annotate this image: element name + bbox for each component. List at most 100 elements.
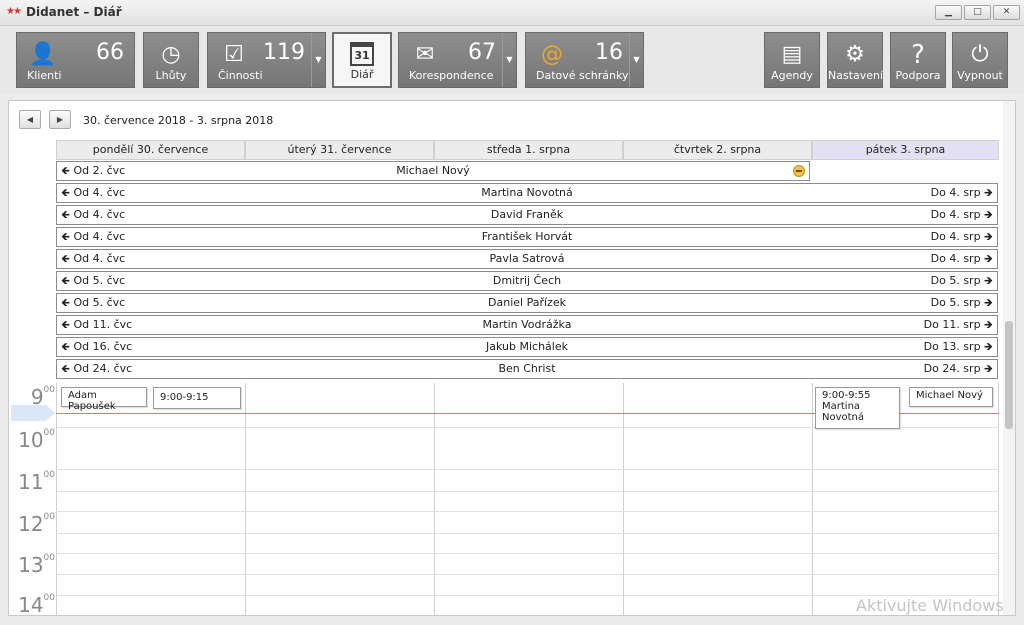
envelope-icon: ✉ <box>415 42 435 67</box>
event-title: Jakub Michálek <box>486 340 568 353</box>
main-toolbar: 👤 66 Klienti ◷ Lhůty ☑ 119 Činnosti ▼ 31… <box>0 27 1024 94</box>
cinnosti-button[interactable]: ☑ 119 Činnosti ▼ <box>207 32 326 88</box>
data-box-icon: @ <box>541 42 563 67</box>
windows-activation-watermark: Aktivujte Windows <box>856 596 1004 615</box>
calendar-icon: 31 <box>350 42 374 66</box>
event-end: Do 4. srp 🡺 <box>930 252 993 265</box>
deadline-clock-icon: ◷ <box>161 42 181 67</box>
event-title: Martin Vodrážka <box>482 318 572 331</box>
next-week-button[interactable]: ▶ <box>49 110 71 129</box>
event-title: Daniel Pařízek <box>488 296 566 309</box>
all-day-event[interactable]: 🡸 Od 2. čvc Michael Nový <box>56 161 810 181</box>
half-hour-line <box>56 574 999 575</box>
klienti-count: 66 <box>96 40 124 65</box>
appointment-card[interactable]: 9:00-9:55 Martina Novotná <box>815 387 900 429</box>
event-title: David Franěk <box>490 208 564 221</box>
event-end: Do 5. srp 🡺 <box>930 274 993 287</box>
window-title: Didanet – Diář <box>26 5 122 19</box>
datove-schranky-button[interactable]: @ 16 Datové schránky ▼ <box>525 32 644 88</box>
all-day-event[interactable]: 🡸 Od 11. čvc Martin Vodrážka Do 11. srp … <box>56 315 998 335</box>
appointment-time[interactable]: 9:00-9:15 <box>153 387 241 409</box>
event-end: Do 4. srp 🡺 <box>930 208 993 221</box>
column-divider <box>623 383 624 615</box>
calendar-panel: ◀ ▶ 30. července 2018 - 3. srpna 2018 po… <box>8 100 1016 617</box>
hour-line <box>56 469 999 470</box>
all-day-event[interactable]: 🡸 Od 4. čvc David Franěk Do 4. srp 🡺 <box>56 205 998 225</box>
korespondence-count: 67 <box>468 40 496 65</box>
chevron-down-icon[interactable]: ▼ <box>502 33 516 87</box>
day-header-monday[interactable]: pondělí 30. července <box>56 140 245 160</box>
hour-label: 1400 <box>18 593 55 617</box>
hour-label: 900 <box>30 385 55 409</box>
lhuty-button[interactable]: ◷ Lhůty <box>143 32 199 88</box>
remove-icon[interactable] <box>793 165 805 177</box>
column-divider <box>245 383 246 615</box>
diar-label: Diář <box>350 68 374 81</box>
all-day-event[interactable]: 🡸 Od 4. čvc Pavla Satrová Do 4. srp 🡺 <box>56 249 998 269</box>
podpora-button[interactable]: ? Podpora <box>890 32 946 88</box>
hour-label: 1100 <box>18 470 55 494</box>
minimize-icon[interactable]: ▁ <box>935 5 962 20</box>
event-end: Do 24. srp 🡺 <box>923 362 993 375</box>
hour-label: 1000 <box>18 428 55 452</box>
app-logo-icon: ★★ <box>6 6 22 17</box>
clients-icon: 👤 <box>29 42 57 67</box>
all-day-event[interactable]: 🡸 Od 16. čvc Jakub Michálek Do 13. srp 🡺 <box>56 337 998 357</box>
vypnout-button[interactable]: ⏻ Vypnout <box>952 32 1008 88</box>
event-title: Ben Christ <box>498 362 556 375</box>
event-end: Do 11. srp 🡺 <box>923 318 993 331</box>
all-day-event[interactable]: 🡸 Od 24. čvc Ben Christ Do 24. srp 🡺 <box>56 359 998 379</box>
appointment-name-line: Martina <box>822 401 861 412</box>
hour-line <box>56 511 999 512</box>
date-range: 30. července 2018 - 3. srpna 2018 <box>83 114 274 127</box>
half-hour-line <box>56 491 999 492</box>
column-divider <box>812 383 813 615</box>
cabinet-icon: ▤ <box>781 42 803 67</box>
day-header-friday[interactable]: pátek 3. srpna <box>812 140 999 160</box>
appointment-name[interactable]: Michael Nový <box>909 387 993 407</box>
column-divider <box>434 383 435 615</box>
hour-label: 1200 <box>18 512 55 536</box>
day-header-wednesday[interactable]: středa 1. srpna <box>434 140 623 160</box>
previous-week-button[interactable]: ◀ <box>19 110 41 129</box>
appointment-name-line: Novotná <box>822 412 865 423</box>
chevron-down-icon[interactable]: ▼ <box>311 33 325 87</box>
hour-label: 1300 <box>18 553 55 577</box>
nastaveni-button[interactable]: ⚙ Nastavení <box>827 32 883 88</box>
all-day-event[interactable]: 🡸 Od 4. čvc Martina Novotná Do 4. srp 🡺 <box>56 183 998 203</box>
event-title: Martina Novotná <box>481 186 573 199</box>
event-title: Dmitrij Čech <box>492 274 562 287</box>
time-grid[interactable]: 900 1000 1100 1200 1300 1400 Adam Papouš… <box>9 383 999 617</box>
all-day-event[interactable]: 🡸 Od 5. čvc Daniel Pařízek Do 5. srp 🡺 <box>56 293 998 313</box>
maximize-icon[interactable]: □ <box>964 5 991 20</box>
cinnosti-count: 119 <box>263 40 305 65</box>
klienti-button[interactable]: 👤 66 Klienti <box>16 32 135 88</box>
all-day-event[interactable]: 🡸 Od 4. čvc František Horvát Do 4. srp 🡺 <box>56 227 998 247</box>
vypnout-label: Vypnout <box>957 69 1003 82</box>
clipboard-check-icon: ☑ <box>224 42 244 67</box>
schranky-count: 16 <box>595 40 623 65</box>
day-header-thursday[interactable]: čtvrtek 2. srpna <box>623 140 812 160</box>
agendy-label: Agendy <box>771 69 813 82</box>
day-header-tuesday[interactable]: úterý 31. července <box>245 140 434 160</box>
appointment-name[interactable]: Adam Papoušek <box>61 387 147 412</box>
event-end: Do 4. srp 🡺 <box>930 230 993 243</box>
podpora-label: Podpora <box>895 69 941 82</box>
column-divider <box>56 383 57 615</box>
cinnosti-label: Činnosti <box>218 69 263 82</box>
korespondence-button[interactable]: ✉ 67 Korespondence ▼ <box>398 32 517 88</box>
close-icon[interactable]: ✕ <box>993 5 1020 20</box>
vertical-scrollbar[interactable] <box>1003 101 1015 615</box>
help-icon: ? <box>911 40 925 70</box>
half-hour-line <box>56 533 999 534</box>
scroll-thumb[interactable] <box>1005 321 1013 429</box>
title-bar: ★★ Didanet – Diář ▁ □ ✕ <box>0 0 1024 26</box>
diar-button[interactable]: 31 Diář <box>332 32 392 88</box>
event-end: Do 13. srp 🡺 <box>923 340 993 353</box>
klienti-label: Klienti <box>27 69 62 82</box>
korespondence-label: Korespondence <box>409 69 494 82</box>
chevron-down-icon[interactable]: ▼ <box>629 33 643 87</box>
agendy-button[interactable]: ▤ Agendy <box>764 32 820 88</box>
gear-icon: ⚙ <box>845 42 865 67</box>
all-day-event[interactable]: 🡸 Od 5. čvc Dmitrij Čech Do 5. srp 🡺 <box>56 271 998 291</box>
